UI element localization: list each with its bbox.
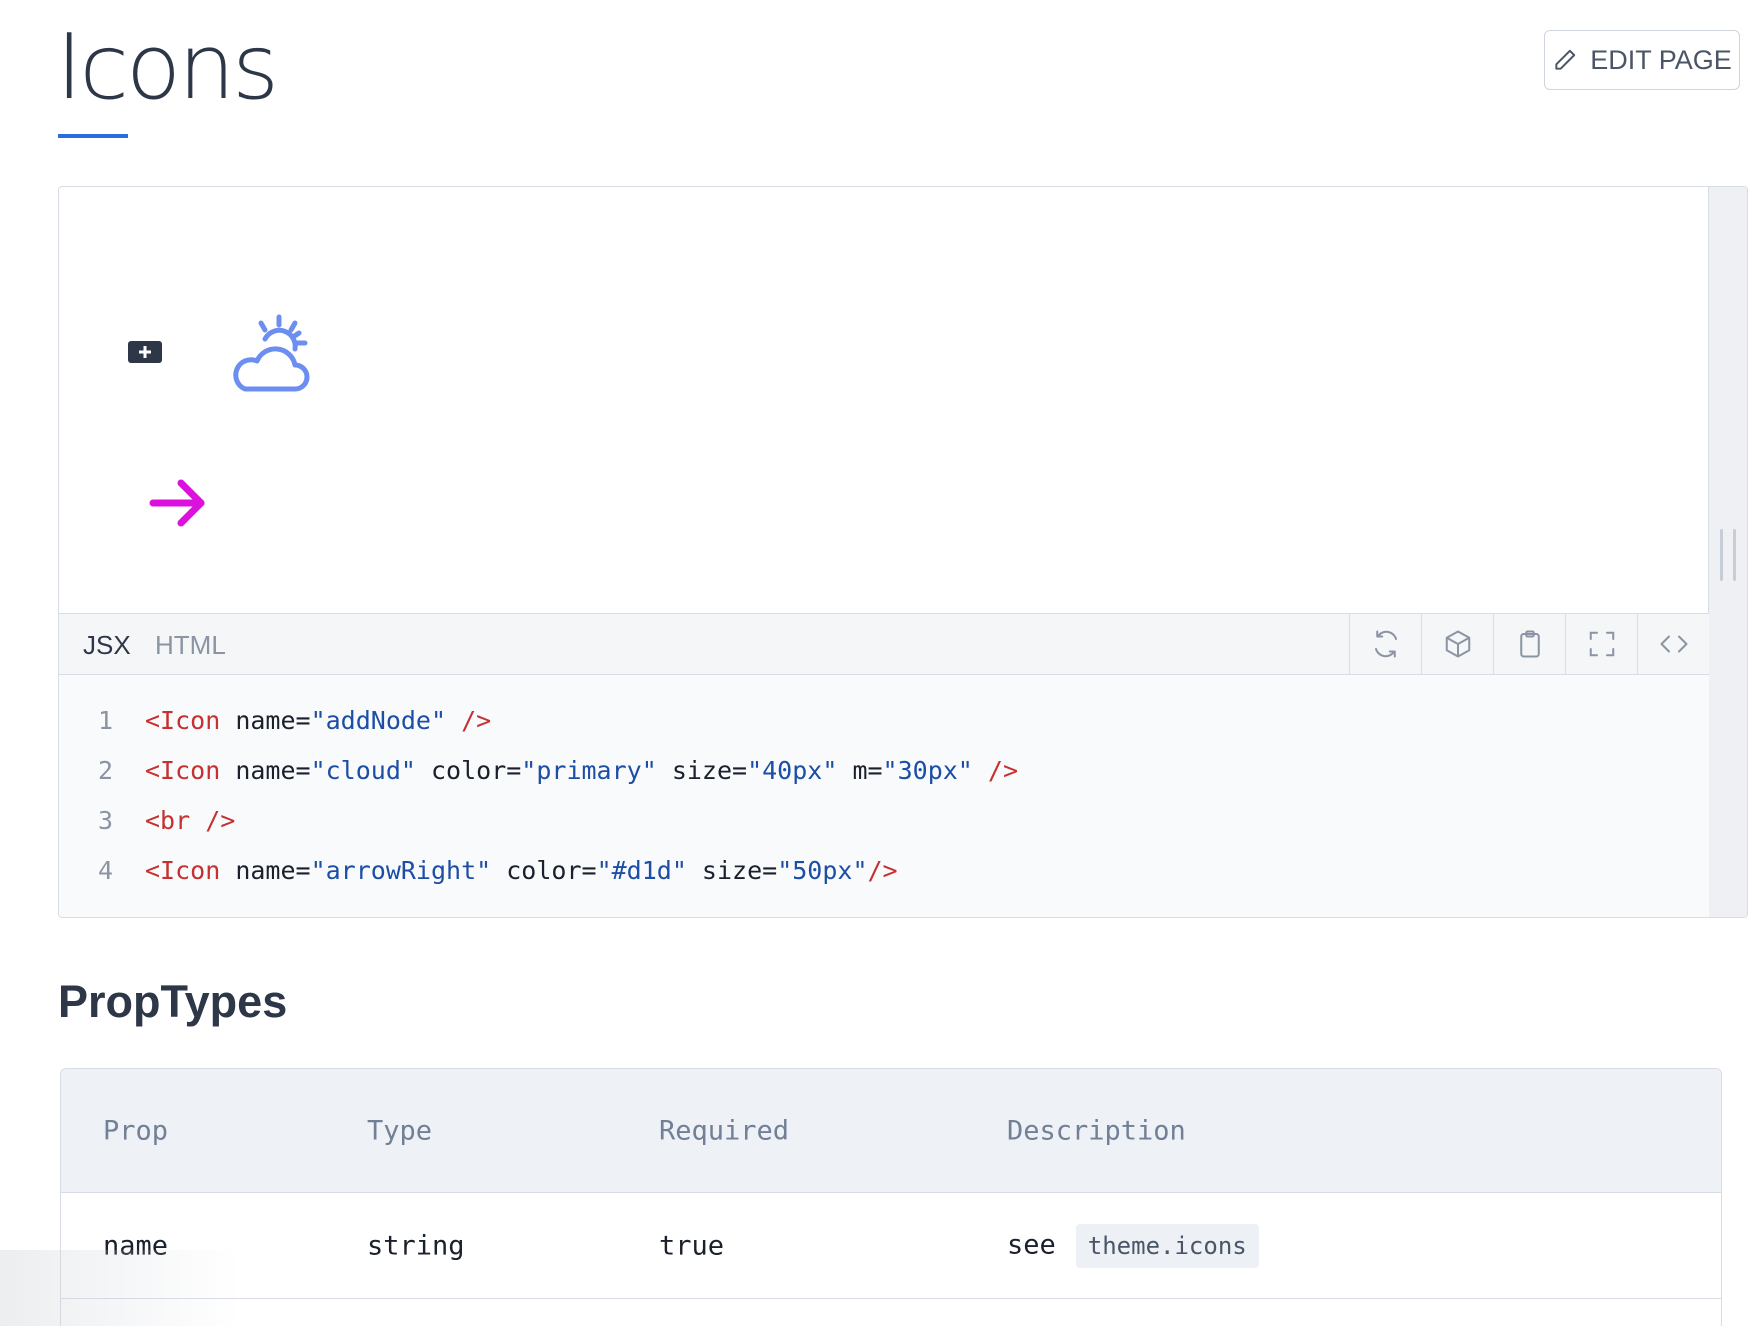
tab-jsx[interactable]: JSX bbox=[83, 630, 131, 661]
code-line: 2 <Icon name="cloud" color="primary" size… bbox=[59, 745, 1709, 795]
table-header: Prop Type Required Description bbox=[61, 1069, 1721, 1193]
copy-button[interactable] bbox=[1493, 614, 1565, 674]
code-token: "30px" bbox=[882, 755, 973, 785]
code-line: 4 <Icon name="arrowRight" color="#d1d" si… bbox=[59, 845, 1709, 895]
code-token: "addNode" bbox=[310, 705, 447, 735]
add-node-icon bbox=[128, 341, 162, 363]
preview-area bbox=[59, 187, 1709, 613]
code-token: /> bbox=[972, 755, 1019, 785]
header-required: Required bbox=[659, 1115, 790, 1146]
code-token: name= bbox=[220, 855, 311, 885]
code-token: <Icon bbox=[145, 855, 221, 885]
clipboard-icon bbox=[1519, 630, 1540, 658]
cell-required: true bbox=[659, 1230, 725, 1261]
cell-type: string bbox=[367, 1230, 465, 1261]
code-token: "primary" bbox=[521, 755, 657, 785]
line-code: <br /> bbox=[145, 806, 235, 835]
code-line: 3 <br /> bbox=[59, 795, 1709, 845]
code-token: "arrowRight" bbox=[310, 855, 492, 885]
live-playground: JSX HTML 1 <Icon name="addNode" /> 2 <Ic… bbox=[58, 186, 1748, 918]
code-token: /> bbox=[446, 705, 492, 735]
codesandbox-icon bbox=[1445, 630, 1470, 658]
line-number: 1 bbox=[97, 705, 113, 735]
code-token: <Icon bbox=[145, 755, 221, 785]
code-token: "40px" bbox=[747, 755, 838, 785]
refresh-button[interactable] bbox=[1349, 614, 1421, 674]
code-token: color= bbox=[491, 855, 597, 885]
code-token: name= bbox=[220, 755, 311, 785]
line-code: <Icon name="arrowRight" color="#d1d" siz… bbox=[145, 856, 898, 885]
line-number: 2 bbox=[97, 755, 113, 785]
header-prop: Prop bbox=[103, 1115, 169, 1146]
code-token: <br bbox=[145, 805, 191, 835]
header-type: Type bbox=[367, 1115, 433, 1146]
description-text: see bbox=[1007, 1229, 1056, 1260]
page-title: Icons bbox=[56, 15, 279, 120]
codesandbox-button[interactable] bbox=[1421, 614, 1493, 674]
code-token: size= bbox=[656, 755, 748, 785]
table-row: name string true see theme.icons bbox=[61, 1193, 1721, 1299]
header-description: Description bbox=[1007, 1115, 1186, 1146]
title-underline bbox=[58, 134, 128, 138]
line-number: 4 bbox=[97, 855, 113, 885]
code-line: 1 <Icon name="addNode" /> bbox=[59, 695, 1709, 745]
fullscreen-button[interactable] bbox=[1565, 614, 1637, 674]
proptypes-title: PropTypes bbox=[58, 976, 288, 1027]
proptypes-table: Prop Type Required Description name stri… bbox=[60, 1068, 1722, 1326]
cell-description: see theme.icons bbox=[1007, 1223, 1259, 1268]
preview-resize-bar[interactable] bbox=[1708, 187, 1747, 917]
refresh-icon bbox=[1374, 630, 1397, 658]
cell-prop: name bbox=[103, 1230, 169, 1261]
line-code: <Icon name="cloud" color="primary" size=… bbox=[145, 756, 1018, 785]
toggle-code-button[interactable] bbox=[1637, 614, 1709, 674]
line-code: <Icon name="addNode" /> bbox=[145, 706, 491, 735]
code-token: "50px" bbox=[777, 855, 868, 885]
cloud-sun-icon bbox=[233, 314, 310, 392]
fullscreen-icon bbox=[1589, 631, 1614, 657]
code-token: color= bbox=[415, 755, 522, 785]
code-token: /> bbox=[867, 855, 898, 885]
pencil-icon bbox=[1555, 49, 1576, 70]
edit-page-button[interactable]: EDIT PAGE bbox=[1544, 30, 1740, 90]
description-code: theme.icons bbox=[1075, 1223, 1259, 1268]
code-token: size= bbox=[686, 855, 778, 885]
code-token: /> bbox=[190, 805, 236, 835]
code-editor[interactable]: 1 <Icon name="addNode" /> 2 <Icon name="clo… bbox=[59, 675, 1709, 917]
line-number: 3 bbox=[97, 805, 113, 835]
tab-html[interactable]: HTML bbox=[155, 630, 226, 661]
arrow-right-icon bbox=[149, 479, 205, 527]
code-token: "#d1d" bbox=[596, 855, 687, 885]
edit-page-label: EDIT PAGE bbox=[1590, 44, 1732, 75]
code-token: name= bbox=[220, 705, 311, 735]
code-icon bbox=[1660, 635, 1687, 653]
code-token: "cloud" bbox=[310, 755, 416, 785]
code-token: m= bbox=[837, 755, 883, 785]
code-token: <Icon bbox=[145, 705, 221, 735]
resize-handle[interactable] bbox=[1720, 529, 1736, 581]
editor-toolbar: JSX HTML bbox=[59, 613, 1709, 675]
